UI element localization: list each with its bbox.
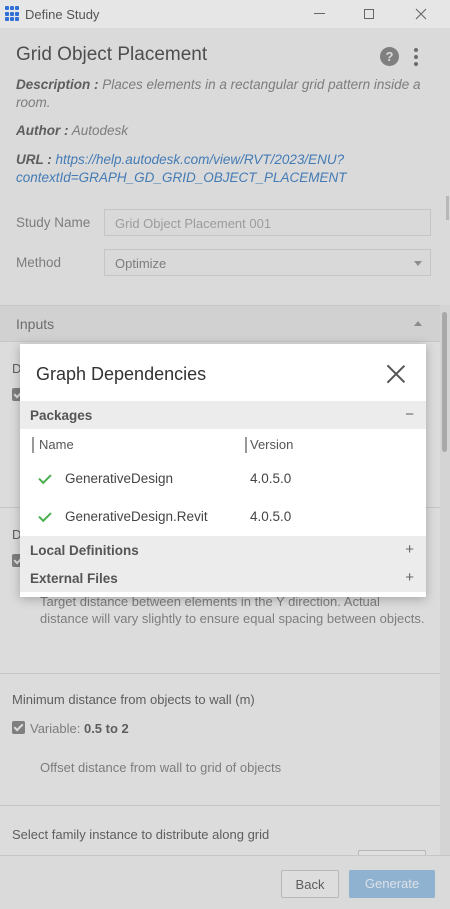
method-select[interactable]: Optimize (104, 249, 431, 276)
column-header-name: Name (39, 437, 74, 452)
wall-distance-variable: Variable: 0.5 to 2 (30, 721, 129, 736)
close-icon[interactable] (386, 364, 406, 384)
method-label: Method (16, 255, 62, 270)
outer-scrollbar[interactable] (446, 196, 449, 220)
input-panel-family: Select family instance to distribute alo… (0, 805, 440, 855)
url-link-line2[interactable]: contextId=GRAPH_GD_GRID_OBJECT_PLACEMENT (16, 170, 346, 185)
window-title: Define Study (25, 6, 100, 22)
author: Author : Autodesk (16, 122, 436, 140)
inputs-section-header[interactable]: Inputs (0, 305, 440, 341)
inputs-title: Inputs (16, 316, 55, 332)
expand-icon: + (405, 541, 414, 558)
packages-title: Packages (30, 408, 93, 423)
more-options-icon[interactable] (414, 48, 418, 66)
input-panel-wall-distance: Minimum distance from objects to wall (m… (0, 673, 440, 805)
description-label: Description : (16, 77, 99, 92)
maximize-icon[interactable] (346, 0, 392, 28)
graph-dependencies-dialog: Graph Dependencies Packages − Name Versi… (20, 344, 426, 597)
package-version: 4.0.5.0 (250, 509, 292, 524)
check-icon (38, 508, 52, 523)
expand-icon: + (405, 569, 414, 586)
study-name-input[interactable]: Grid Object Placement 001 (104, 209, 431, 236)
variable-range: 0.5 to 2 (83, 721, 129, 736)
study-header: Grid Object Placement (16, 44, 436, 66)
variable-label: Variable: (30, 721, 81, 736)
chevron-down-icon (414, 261, 422, 266)
title-bar: Define Study (0, 0, 450, 28)
local-definitions-group-header[interactable]: Local Definitions + (20, 536, 426, 564)
study-name-label: Study Name (16, 215, 91, 230)
external-files-group-header[interactable]: External Files + (20, 564, 426, 592)
author-text: Autodesk (71, 123, 129, 138)
package-name: GenerativeDesign (65, 471, 174, 486)
external-files-title: External Files (30, 571, 118, 586)
generate-button[interactable]: Generate (349, 870, 435, 898)
minimize-icon[interactable] (296, 0, 342, 28)
collapse-icon: − (405, 406, 414, 423)
page-title: Grid Object Placement (16, 44, 208, 65)
column-header-version: Version (250, 437, 294, 452)
package-version: 4.0.5.0 (250, 471, 292, 486)
method-value: Optimize (115, 256, 167, 271)
description: Description : Places elements in a recta… (16, 76, 436, 112)
chevron-up-icon (414, 321, 422, 326)
url: URL : https://help.autodesk.com/view/RVT… (16, 151, 436, 187)
wall-distance-description: Offset distance from wall to grid of obj… (40, 760, 282, 775)
inputs-scrollbar-thumb[interactable] (442, 312, 447, 452)
local-definitions-title: Local Definitions (30, 543, 139, 558)
wall-distance-label: Minimum distance from objects to wall (m… (12, 692, 255, 707)
close-icon[interactable] (398, 0, 444, 28)
check-icon (38, 470, 52, 485)
column-divider (245, 437, 247, 453)
packages-group-header[interactable]: Packages − (20, 401, 426, 429)
wall-distance-variable-checkbox[interactable] (12, 721, 25, 734)
app-grid-icon (5, 6, 21, 22)
author-label: Author : (16, 123, 69, 138)
url-label: URL : (16, 152, 52, 167)
help-icon[interactable]: ? (380, 47, 399, 66)
dialog-title: Graph Dependencies (36, 364, 207, 384)
url-link-line1[interactable]: https://help.autodesk.com/view/RVT/2023/… (56, 152, 345, 167)
back-button[interactable]: Back (281, 870, 339, 898)
package-name: GenerativeDesign.Revit (65, 509, 208, 524)
y-spacing-description: Target distance between elements in the … (40, 594, 425, 626)
column-divider (32, 437, 34, 453)
family-label: Select family instance to distribute alo… (12, 827, 270, 842)
